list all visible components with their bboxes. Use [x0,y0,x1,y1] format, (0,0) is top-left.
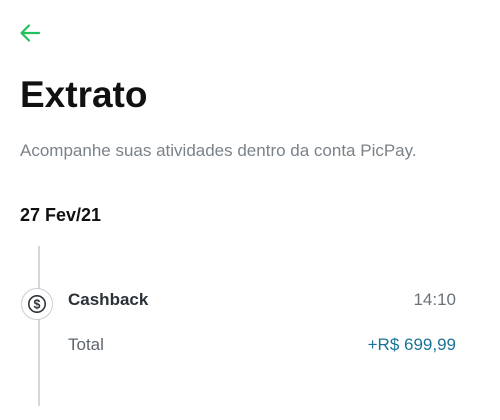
dollar-circle-icon: $ [21,288,53,320]
arrow-left-icon [18,21,42,50]
back-button[interactable] [18,20,50,50]
statement-screen: Extrato Acompanhe suas atividades dentro… [0,0,500,420]
page-subtitle: Acompanhe suas atividades dentro da cont… [20,141,417,160]
date-group-header: 27 Fev/21 [20,205,102,225]
transaction-amount: +R$ 699,99 [367,335,456,354]
transaction-total-label: Total [68,335,104,354]
transaction-time: 14:10 [413,290,456,309]
transaction-title[interactable]: Cashback [68,289,148,311]
page-title: Extrato [20,74,148,115]
svg-text:$: $ [34,298,41,312]
timeline-line [38,246,40,406]
